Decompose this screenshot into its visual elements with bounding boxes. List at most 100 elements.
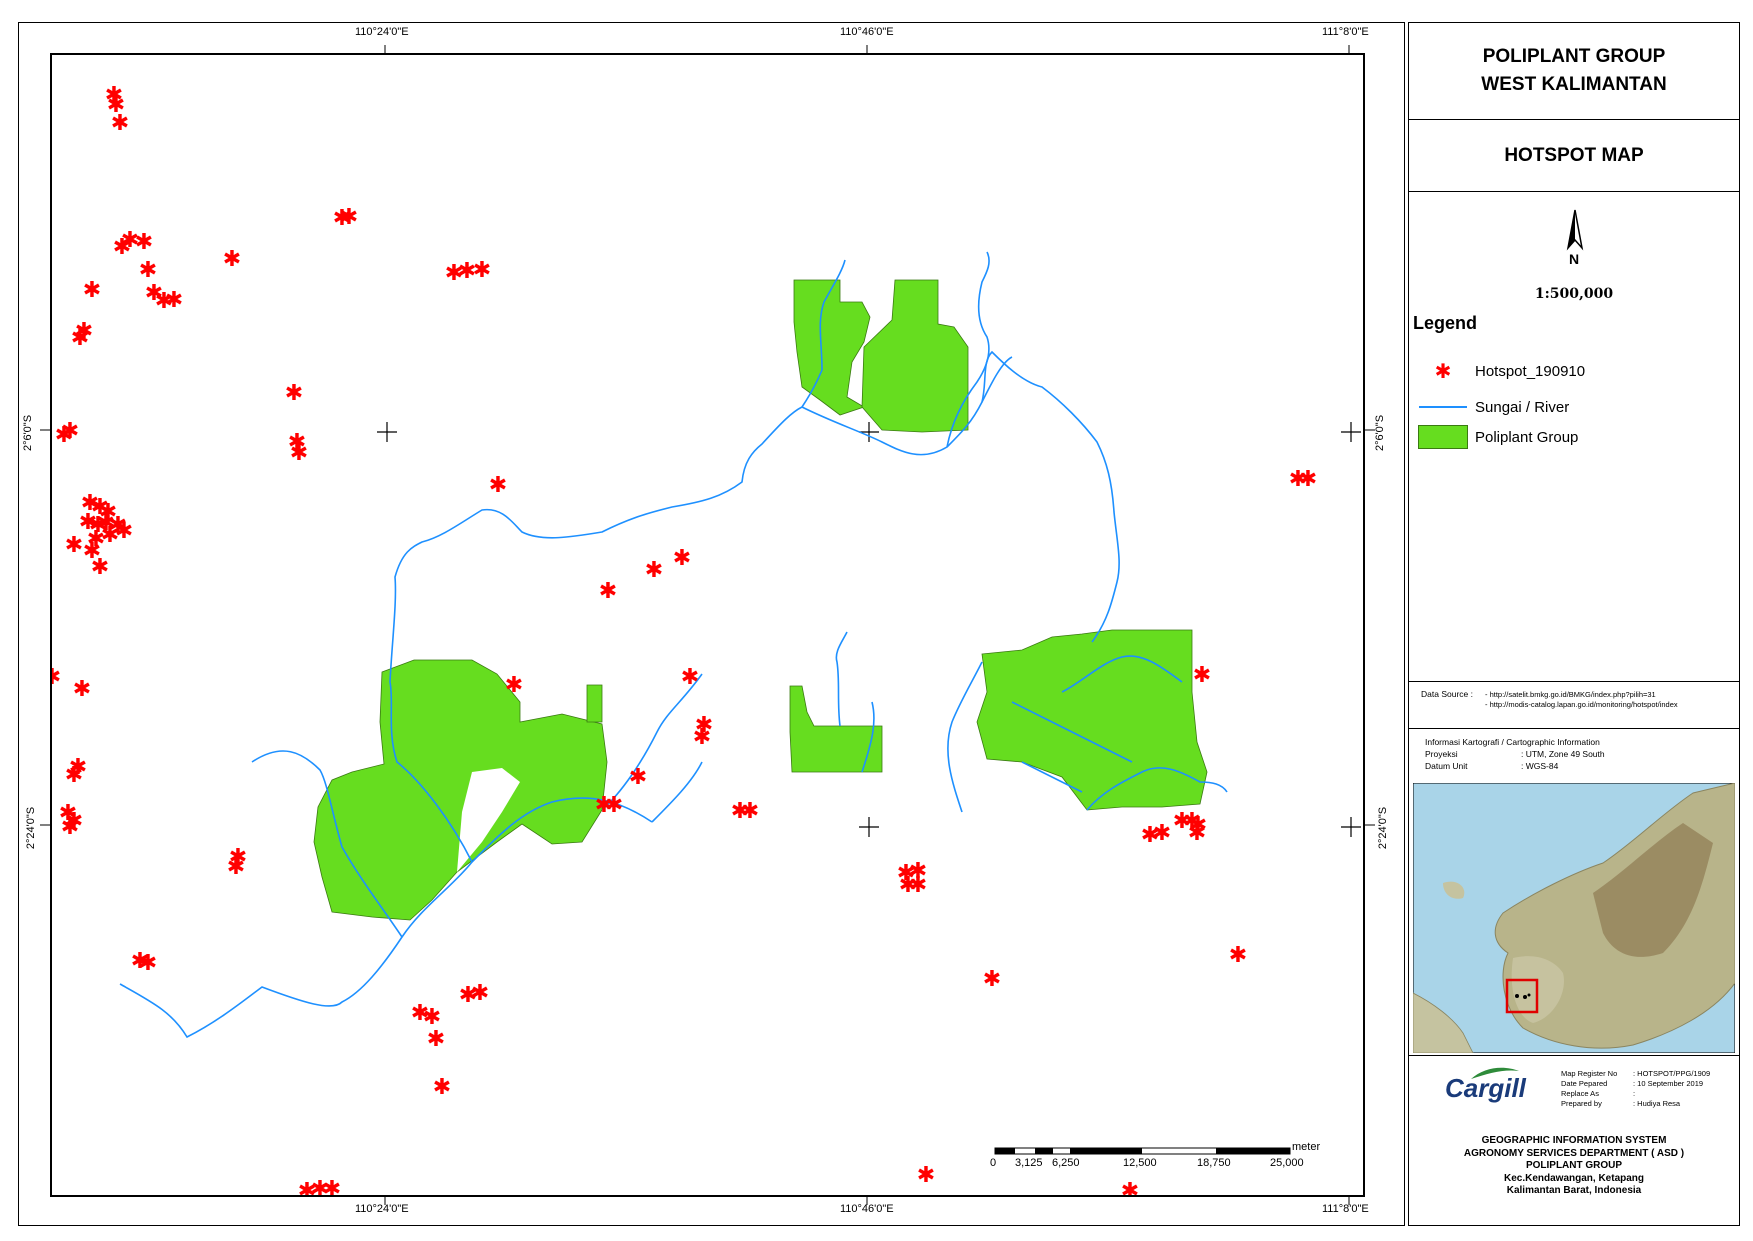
svg-text:✱: ✱	[135, 230, 153, 255]
svg-text:✱: ✱	[61, 815, 79, 840]
carto-divider	[1409, 728, 1739, 729]
plantation-west	[313, 659, 608, 921]
scalebar-label-4: 18,750	[1197, 1157, 1231, 1169]
svg-text:✱: ✱	[285, 381, 303, 406]
map-svg: ✱ ✱ ✱ ✱ ✱ ✱ ✱ ✱ ✱ ✱ ✱ ✱ ✱ ✱ ✱ ✱ ✱ ✱ ✱ ✱ ✱ ✱ ✱ ✱ ✱ ✱ ✱ ✱…	[52, 83, 1361, 1197]
scalebar-unit: meter	[1292, 1141, 1321, 1153]
svg-text:✱: ✱	[505, 673, 523, 698]
logo-divider	[1409, 1055, 1739, 1056]
svg-text:✱: ✱	[673, 546, 691, 571]
svg-text:✱: ✱	[1229, 943, 1247, 968]
data-source-label: Data Source :	[1421, 689, 1473, 699]
plantation-west-small	[586, 684, 603, 723]
scalebar-label-5: 25,000	[1270, 1157, 1304, 1169]
north-label: N	[1569, 251, 1580, 267]
meta-key-replace: Replace As	[1561, 1089, 1599, 1098]
title-line-2: WEST KALIMANTAN	[1481, 74, 1667, 95]
title-line-1: POLIPLANT GROUP	[1482, 46, 1666, 67]
title-block: POLIPLANT GROUP WEST KALIMANTAN	[1409, 23, 1739, 120]
svg-text:✱: ✱	[629, 765, 647, 790]
svg-text:✱: ✱	[473, 258, 491, 283]
legend-item-hotspot: ✱ Hotspot_190910	[1417, 359, 1585, 383]
svg-text:✱: ✱	[52, 665, 61, 690]
svg-text:✱: ✱	[111, 111, 129, 136]
footer-line-2: AGRONOMY SERVICES DEPARTMENT ( ASD )	[1463, 1147, 1685, 1159]
logo-leaf-icon	[1471, 1067, 1519, 1079]
legend-item-river: Sungai / River	[1417, 395, 1569, 419]
svg-text:✱: ✱	[599, 579, 617, 604]
map-subtitle: HOTSPOT MAP	[1504, 144, 1644, 166]
plantation-areas	[313, 279, 1208, 921]
svg-text:✱: ✱	[1299, 467, 1317, 492]
hotspot-icon: ✱	[1434, 359, 1452, 383]
data-source-divider	[1409, 681, 1739, 682]
carto-rows: Proyeksi : UTM, Zone 49 South Datum Unit…	[1425, 748, 1605, 772]
svg-text:✱: ✱	[1188, 821, 1206, 846]
river-line-icon	[1417, 395, 1469, 419]
svg-text:✱: ✱	[290, 441, 308, 466]
svg-text:✱: ✱	[1121, 1179, 1139, 1197]
scalebar-label-1: 3,125	[1015, 1157, 1043, 1169]
svg-text:✱: ✱	[83, 278, 101, 303]
svg-text:✱: ✱	[223, 247, 241, 272]
scalebar-label-0: 0	[990, 1157, 997, 1169]
data-source-lines: - http://satelit.bmkg.go.id/BMKG/index.p…	[1485, 690, 1678, 710]
overview-inset-map	[1413, 783, 1735, 1053]
svg-text:✱: ✱	[65, 763, 83, 788]
legend-title: Legend	[1413, 313, 1478, 333]
carto-key-datum: Datum Unit	[1425, 761, 1468, 771]
svg-text:✱: ✱	[489, 473, 507, 498]
scalebar-label-2: 6,250	[1052, 1157, 1080, 1169]
svg-text:✱: ✱	[917, 1163, 935, 1188]
carto-value-datum: : WGS-84	[1521, 761, 1559, 771]
scalebar-label-3: 12,500	[1123, 1157, 1157, 1169]
svg-text:✱: ✱	[471, 981, 489, 1006]
svg-text:✱: ✱	[681, 665, 699, 690]
footer-line-1: GEOGRAPHIC INFORMATION SYSTEM	[1481, 1135, 1667, 1146]
carto-value-projection: : UTM, Zone 49 South	[1521, 749, 1605, 759]
meta-value-replace: :	[1633, 1089, 1636, 1098]
plantation-north	[793, 279, 871, 416]
svg-text:✱: ✱	[909, 873, 927, 898]
footer-line-4: Kec.Kendawangan, Ketapang	[1503, 1172, 1645, 1184]
svg-text:✱: ✱	[693, 725, 711, 750]
svg-text:✱: ✱	[427, 1027, 445, 1052]
data-source-line-1: - http://satelit.bmkg.go.id/BMKG/index.p…	[1485, 690, 1656, 699]
meta-key-register: Map Register No	[1561, 1069, 1618, 1078]
svg-text:✱: ✱	[139, 258, 157, 283]
scalebar	[994, 1147, 1291, 1155]
svg-text:✱: ✱	[71, 326, 89, 351]
map-canvas[interactable]: ✱ ✱ ✱ ✱ ✱ ✱ ✱ ✱ ✱ ✱ ✱ ✱ ✱ ✱ ✱ ✱ ✱ ✱ ✱ ✱ ✱ ✱ ✱ ✱ ✱ ✱ ✱ ✱…	[50, 53, 1365, 1197]
meta-value-register: : HOTSPOT/PPG/1909	[1633, 1069, 1711, 1078]
meta-key-date: Date Pepared	[1561, 1079, 1608, 1088]
subtitle-block: HOTSPOT MAP	[1409, 120, 1739, 192]
plantation-swatch-icon	[1417, 425, 1469, 449]
map-meta: Map Register No : HOTSPOT/PPG/1909 Date …	[1561, 1069, 1710, 1109]
legend-label-plantation: Poliplant Group	[1475, 428, 1579, 446]
svg-text:✱: ✱	[983, 967, 1001, 992]
svg-text:✱: ✱	[340, 205, 358, 230]
meta-value-date: : 10 September 2019	[1633, 1079, 1704, 1088]
svg-text:✱: ✱	[741, 799, 759, 824]
svg-text:✱: ✱	[73, 677, 91, 702]
meta-key-prepared: Prepared by	[1561, 1099, 1602, 1108]
svg-text:✱: ✱	[1153, 821, 1171, 846]
svg-text:✱: ✱	[605, 793, 623, 818]
svg-text:✱: ✱	[139, 951, 157, 976]
legend-label-river: Sungai / River	[1475, 398, 1570, 416]
plantation-center	[789, 685, 883, 773]
svg-text:✱: ✱	[433, 1075, 451, 1100]
svg-text:✱: ✱	[65, 533, 83, 558]
svg-text:✱: ✱	[165, 288, 183, 313]
map-scale: 1:500,000	[1534, 286, 1614, 302]
plantation-east	[976, 629, 1208, 811]
info-panel: POLIPLANT GROUP WEST KALIMANTAN HOTSPOT …	[1408, 22, 1740, 1226]
footer-block: GEOGRAPHIC INFORMATION SYSTEM AGRONOMY S…	[1409, 1135, 1739, 1198]
footer-line-3: POLIPLANT GROUP	[1525, 1160, 1623, 1171]
svg-text:✱: ✱	[227, 855, 245, 880]
plantation-north-east	[861, 279, 969, 433]
svg-text:✱: ✱	[323, 1177, 341, 1197]
meta-value-prepared: : Hudiya Resa	[1633, 1099, 1681, 1108]
svg-text:✱: ✱	[1193, 663, 1211, 688]
svg-text:✱: ✱	[645, 558, 663, 583]
